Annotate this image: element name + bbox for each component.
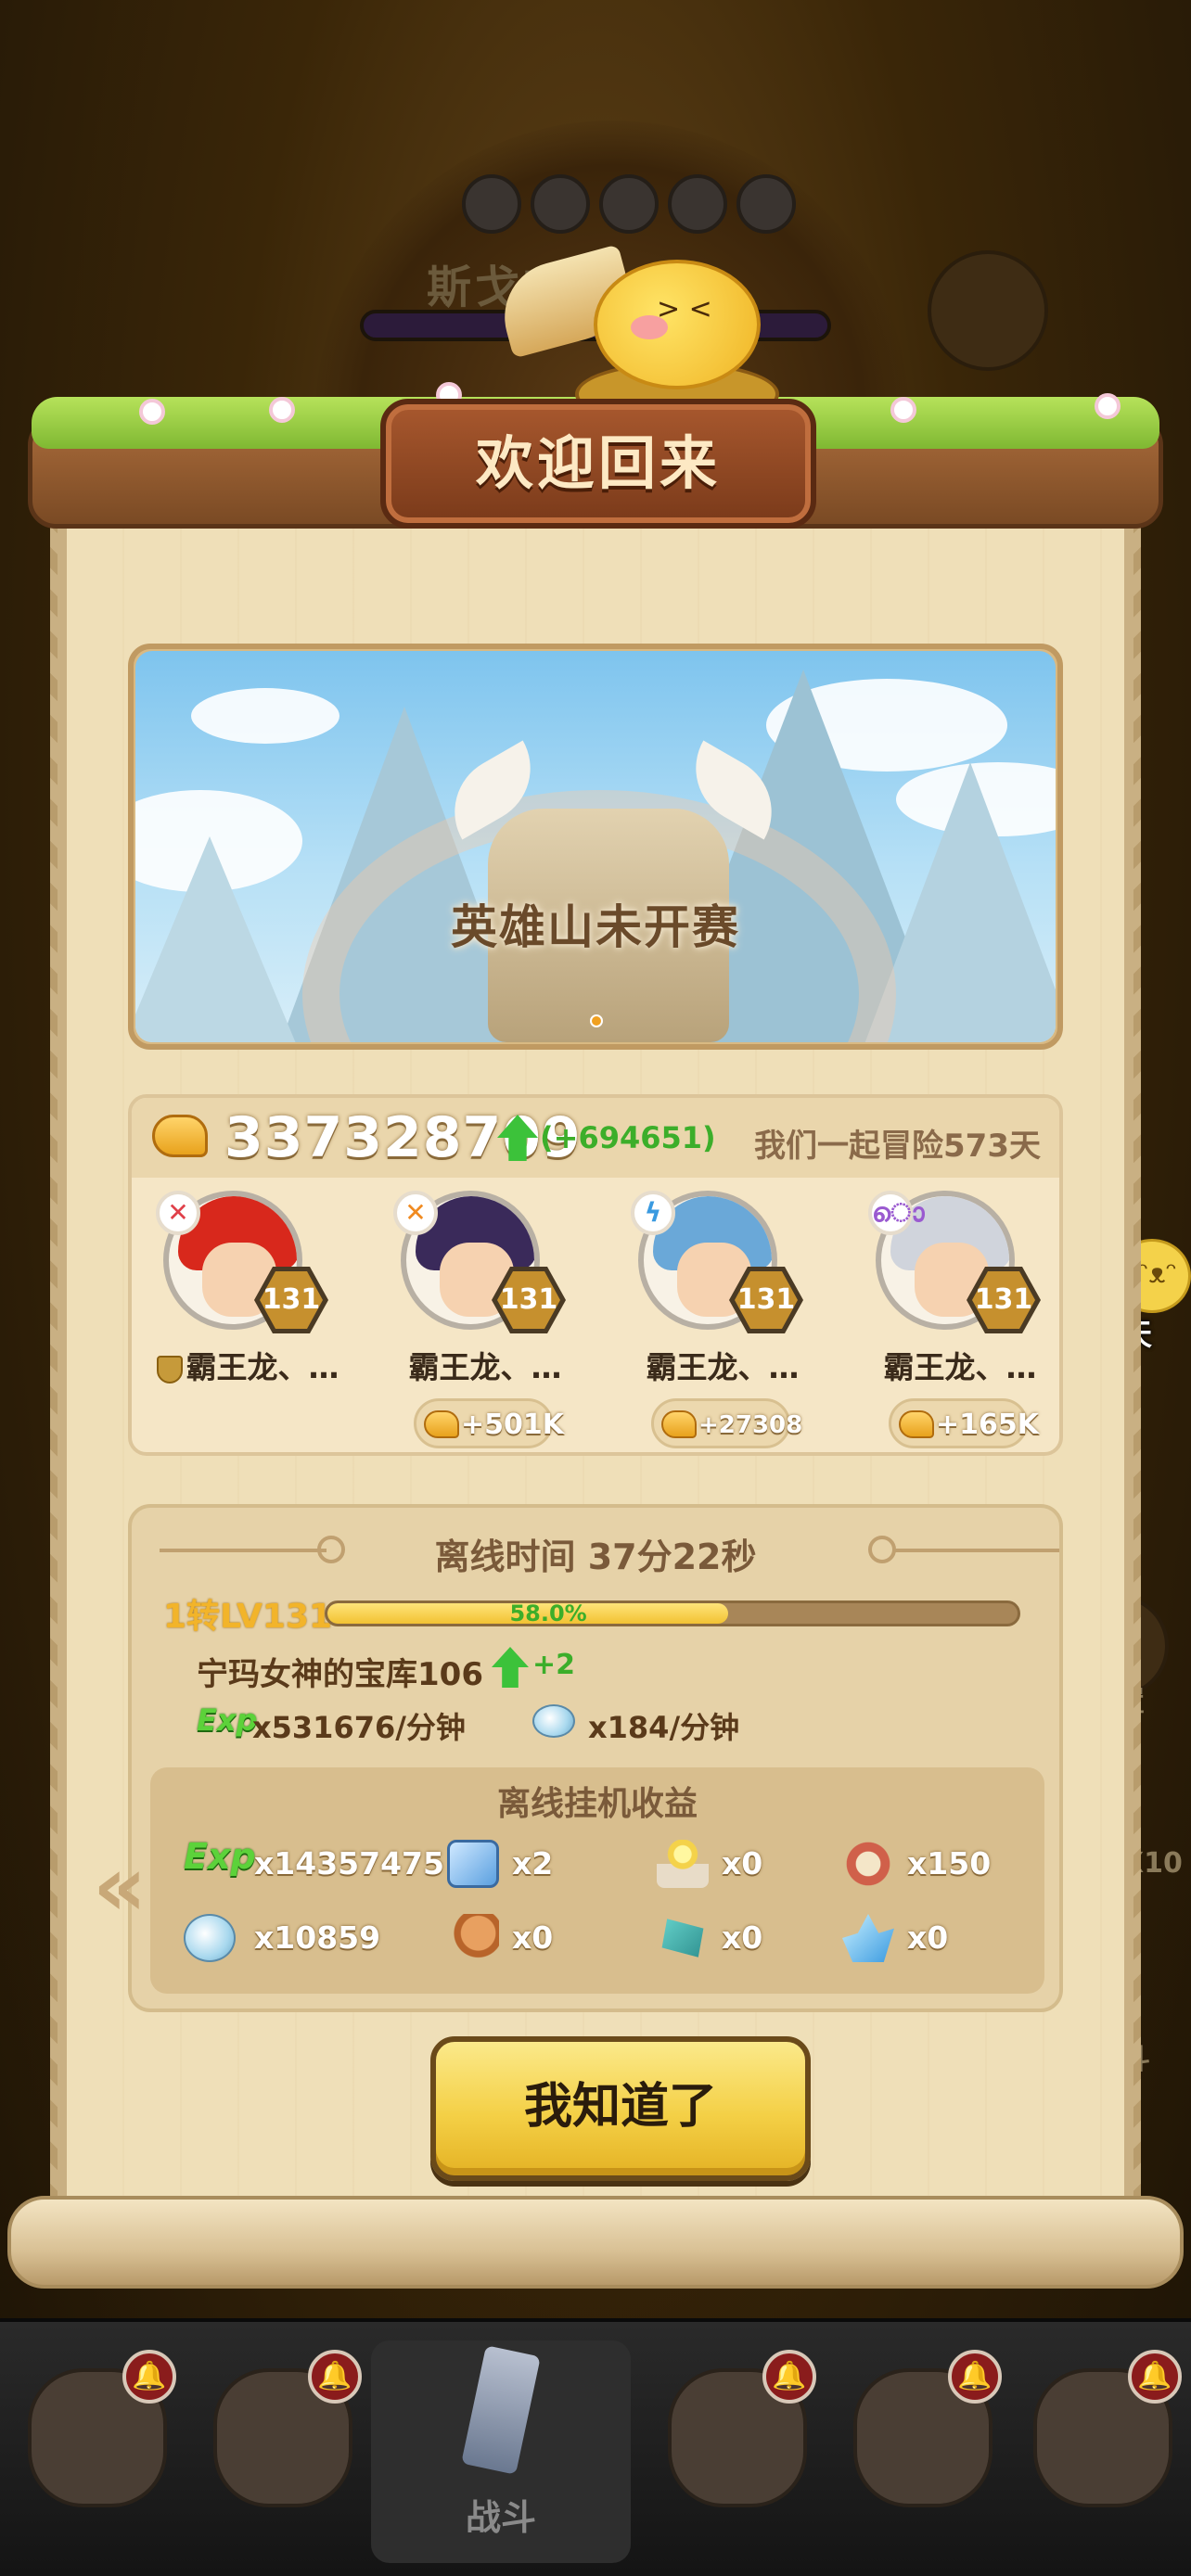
class-icon: ✕: [156, 1191, 200, 1235]
flower-icon: [269, 397, 295, 423]
nav-item-heroes[interactable]: 🔔: [195, 2340, 371, 2544]
map-button: [928, 250, 1048, 371]
gem-rate: x184/分钟: [588, 1710, 740, 1745]
meat-icon: [447, 1914, 499, 1962]
class-icon: ൊ: [868, 1191, 925, 1235]
shard-icon: [842, 1914, 894, 1962]
bell-icon: 🔔: [1128, 2350, 1182, 2404]
offline-rewards: 离线挂机收益 Exp x14357475 x2 x0 x150 x10859 x…: [150, 1767, 1044, 1994]
class-icon: ✕: [393, 1191, 438, 1235]
exp-progress-text: 58.0%: [509, 1600, 587, 1626]
exp-rate: x531676/分钟: [252, 1710, 466, 1745]
double-chevron-left-icon[interactable]: «: [93, 1838, 147, 1935]
power-panel: 337328709 (+694651) 我们一起冒险573天 ✕ 131 霸王龙…: [128, 1094, 1063, 1456]
nav-item-battle[interactable]: 战斗: [371, 2340, 631, 2563]
boss-skill-icon: [599, 174, 659, 234]
hero-power-bonus: +501K: [414, 1398, 564, 1448]
boss-skill-icon: [462, 174, 521, 234]
nav-item-pet[interactable]: 🔔: [9, 2340, 186, 2544]
exp-icon: Exp: [184, 1836, 256, 1877]
crystal-icon: [661, 1919, 704, 1958]
hero-name: 霸王龙、…: [132, 1343, 364, 1387]
power-gain: (+694651): [540, 1120, 716, 1155]
flower-icon: [890, 397, 916, 423]
hero-name: 霸王龙、…: [646, 1349, 800, 1385]
hero-card[interactable]: ൊ 131 霸王龙、… +165K: [844, 1191, 1076, 1450]
nav-battle-label: 战斗: [465, 2497, 536, 2538]
power-arm-icon: [152, 1115, 208, 1157]
gem-icon: [532, 1704, 575, 1738]
hero-name: 霸王龙、…: [408, 1349, 562, 1385]
rebirth-level: 1转LV131: [163, 1598, 333, 1636]
hero-power-bonus: +165K: [889, 1398, 1039, 1448]
power-arm-icon: [899, 1410, 934, 1438]
banner-text: 英雄山未开赛: [451, 900, 740, 954]
scroll-roll-bottom: [7, 2196, 1184, 2289]
offline-time: 离线时间 37分22秒: [434, 1537, 757, 1577]
bell-icon: 🔔: [948, 2350, 1002, 2404]
bell-icon: 🔔: [122, 2350, 176, 2404]
bell-icon: 🔔: [308, 2350, 362, 2404]
event-banner[interactable]: 英雄山未开赛: [135, 651, 1056, 1042]
up-arrow-icon: [492, 1647, 529, 1688]
bell-icon: 🔔: [762, 2350, 816, 2404]
boss-skill-icon: [531, 174, 590, 234]
shield-icon: [156, 1355, 183, 1384]
stage-name: 宁玛女神的宝库106: [197, 1656, 483, 1693]
sword-icon: [461, 2345, 541, 2475]
class-icon: ϟ: [631, 1191, 675, 1235]
hero-card[interactable]: ϟ 131 霸王龙、… +27308: [607, 1191, 839, 1450]
flower-icon: [139, 399, 165, 425]
nav-item-shop[interactable]: 🔔: [835, 2340, 1011, 2544]
boss-skill-icon: [736, 174, 796, 234]
power-arm-icon: [661, 1410, 697, 1438]
boss-skill-icon: [668, 174, 727, 234]
offline-panel: 离线时间 37分22秒 1转LV131 58.0% 宁玛女神的宝库106 +2 …: [128, 1504, 1063, 2012]
rewards-title: 离线挂机收益: [496, 1785, 698, 1823]
power-arm-icon: [424, 1410, 459, 1438]
bottom-nav: 🔔 🔔 战斗 🔔 🔔 🔔: [0, 2318, 1191, 2576]
confirm-label: 我知道了: [523, 2079, 717, 2135]
exp-icon: Exp: [197, 1702, 258, 1738]
stage-gain: +2: [532, 1649, 576, 1681]
medal-icon: [842, 1840, 894, 1888]
dialog-title: 欢迎回来: [475, 429, 721, 497]
hero-power-bonus: +27308: [651, 1398, 802, 1448]
hero-card[interactable]: ✕ 131 霸王龙、…: [132, 1191, 364, 1450]
hero-card[interactable]: ✕ 131 霸王龙、… +501K: [369, 1191, 601, 1450]
nav-item-guild[interactable]: 🔔: [649, 2340, 826, 2544]
pagination-dot: [590, 1014, 603, 1027]
exp-progress-bar: 58.0%: [325, 1600, 1020, 1626]
hero-name: 霸王龙、…: [883, 1349, 1037, 1385]
adventure-days: 我们一起冒险573天: [754, 1128, 1041, 1165]
confirm-button[interactable]: 我知道了: [430, 2036, 811, 2181]
candle-icon: [657, 1840, 709, 1888]
nav-item-more[interactable]: 🔔: [1015, 2340, 1191, 2544]
title-plaque: 欢迎回来: [380, 399, 816, 529]
gem-icon: [184, 1914, 236, 1962]
ticket-icon: [447, 1840, 499, 1888]
flower-icon: [1095, 393, 1121, 419]
